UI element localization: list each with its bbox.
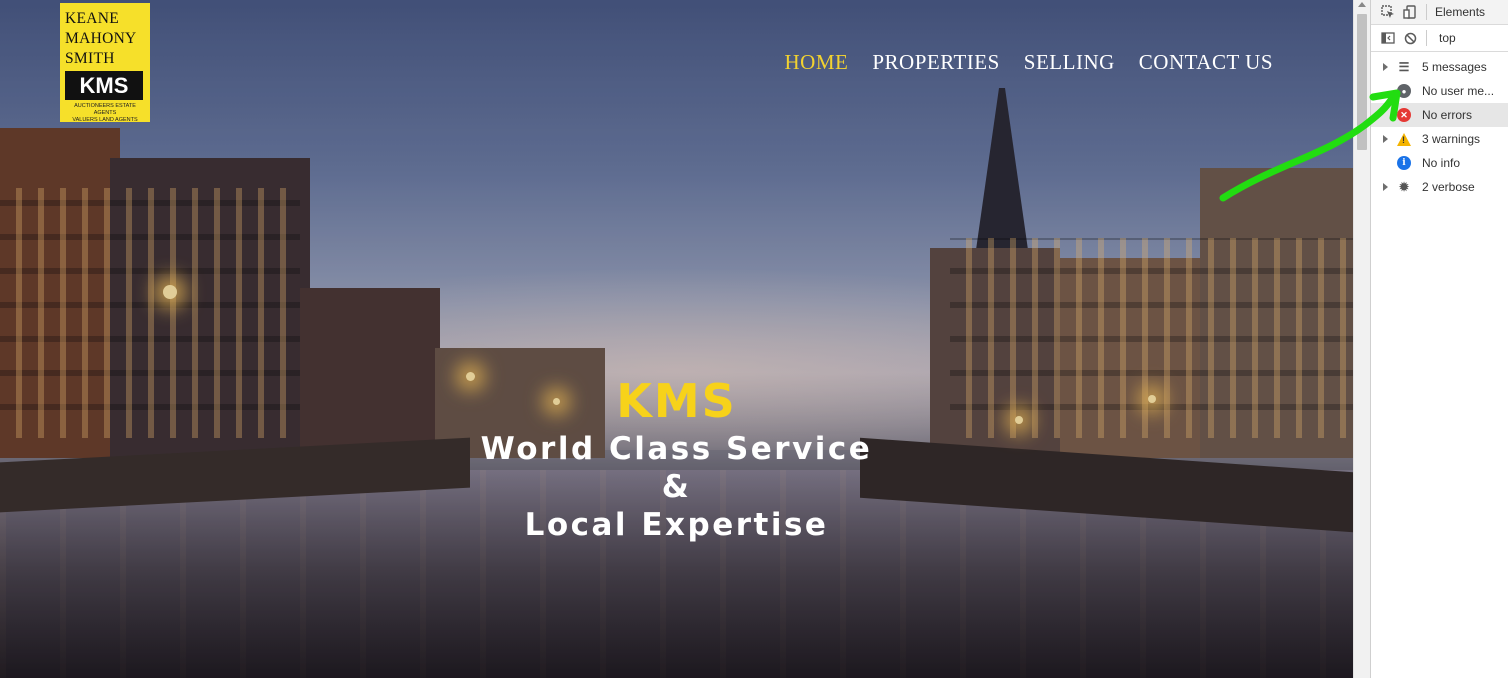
sidebar-item-label: No errors — [1422, 108, 1473, 122]
tab-elements[interactable]: Elements — [1435, 5, 1485, 19]
website-viewport: KEANE MAHONY SMITH KMS AUCTIONEERS ESTAT… — [0, 0, 1353, 678]
nav-properties[interactable]: PROPERTIES — [872, 50, 999, 75]
scroll-up-arrow-icon[interactable] — [1358, 2, 1366, 7]
main-nav: HOME PROPERTIES SELLING CONTACT US — [785, 50, 1273, 75]
sidebar-toggle-icon[interactable] — [1380, 30, 1396, 46]
toolbar-divider — [1426, 30, 1427, 46]
site-logo[interactable]: KEANE MAHONY SMITH KMS AUCTIONEERS ESTAT… — [60, 3, 150, 124]
warning-icon: ! — [1397, 132, 1411, 146]
hero-overlay — [0, 0, 1353, 678]
sidebar-item-label: No user me... — [1422, 84, 1495, 98]
sidebar-item-messages[interactable]: ☰ 5 messages — [1371, 55, 1508, 79]
user-icon: ● — [1397, 84, 1411, 98]
nav-home[interactable]: HOME — [785, 50, 849, 75]
console-toolbar: top — [1371, 25, 1508, 52]
console-sidebar: ☰ 5 messages ● No user me... ✕ No errors… — [1371, 52, 1508, 199]
inspect-element-icon[interactable] — [1380, 4, 1396, 20]
scrollbar-thumb[interactable] — [1357, 14, 1367, 150]
logo-text: KEANE — [65, 10, 120, 27]
logo-text: MAHONY — [65, 30, 137, 47]
page-scrollbar[interactable] — [1353, 0, 1370, 678]
expand-arrow-icon[interactable] — [1383, 63, 1388, 71]
logo-tagline-line: AUCTIONEERS ESTATE AGENTS — [74, 103, 136, 116]
sidebar-item-errors[interactable]: ✕ No errors — [1371, 103, 1508, 127]
list-icon: ☰ — [1398, 60, 1410, 74]
sidebar-item-label: No info — [1422, 156, 1461, 170]
logo-tagline-line: VALUERS LAND AGENTS — [72, 117, 138, 123]
error-icon: ✕ — [1397, 108, 1411, 122]
context-selector[interactable]: top — [1439, 31, 1456, 45]
hero-brand: KMS — [616, 374, 737, 428]
logo-text: SMITH — [65, 50, 115, 67]
sidebar-item-info[interactable]: i No info — [1371, 151, 1508, 175]
hero-line: Local Expertise — [524, 507, 829, 543]
sidebar-item-warnings[interactable]: ! 3 warnings — [1371, 127, 1508, 151]
sidebar-item-label: 3 warnings — [1422, 132, 1481, 146]
nav-selling[interactable]: SELLING — [1024, 50, 1115, 75]
logo-tagline: AUCTIONEERS ESTATE AGENTS VALUERS LAND A… — [65, 103, 145, 124]
clear-console-icon[interactable] — [1402, 30, 1418, 46]
expand-arrow-icon[interactable] — [1383, 183, 1388, 191]
hero-text: KMS World Class Service & Local Expertis… — [0, 372, 1353, 544]
nav-contact-us[interactable]: CONTACT US — [1139, 50, 1273, 75]
sidebar-item-verbose[interactable]: ✹ 2 verbose — [1371, 175, 1508, 199]
logo-kms-box: KMS — [65, 71, 143, 100]
bug-icon: ✹ — [1398, 180, 1410, 194]
toolbar-divider — [1426, 4, 1427, 20]
sidebar-item-label: 5 messages — [1422, 60, 1487, 74]
info-icon: i — [1397, 156, 1411, 170]
hero-line: & — [661, 469, 692, 505]
hero-line: World Class Service — [480, 431, 873, 467]
sidebar-item-label: 2 verbose — [1422, 180, 1475, 194]
device-toolbar-icon[interactable] — [1402, 4, 1418, 20]
devtools-toolbar: Elements — [1371, 0, 1508, 25]
sidebar-item-user-messages[interactable]: ● No user me... — [1371, 79, 1508, 103]
expand-arrow-icon[interactable] — [1383, 135, 1388, 143]
devtools-panel: Elements top ☰ 5 messages ● No user me..… — [1370, 0, 1508, 678]
